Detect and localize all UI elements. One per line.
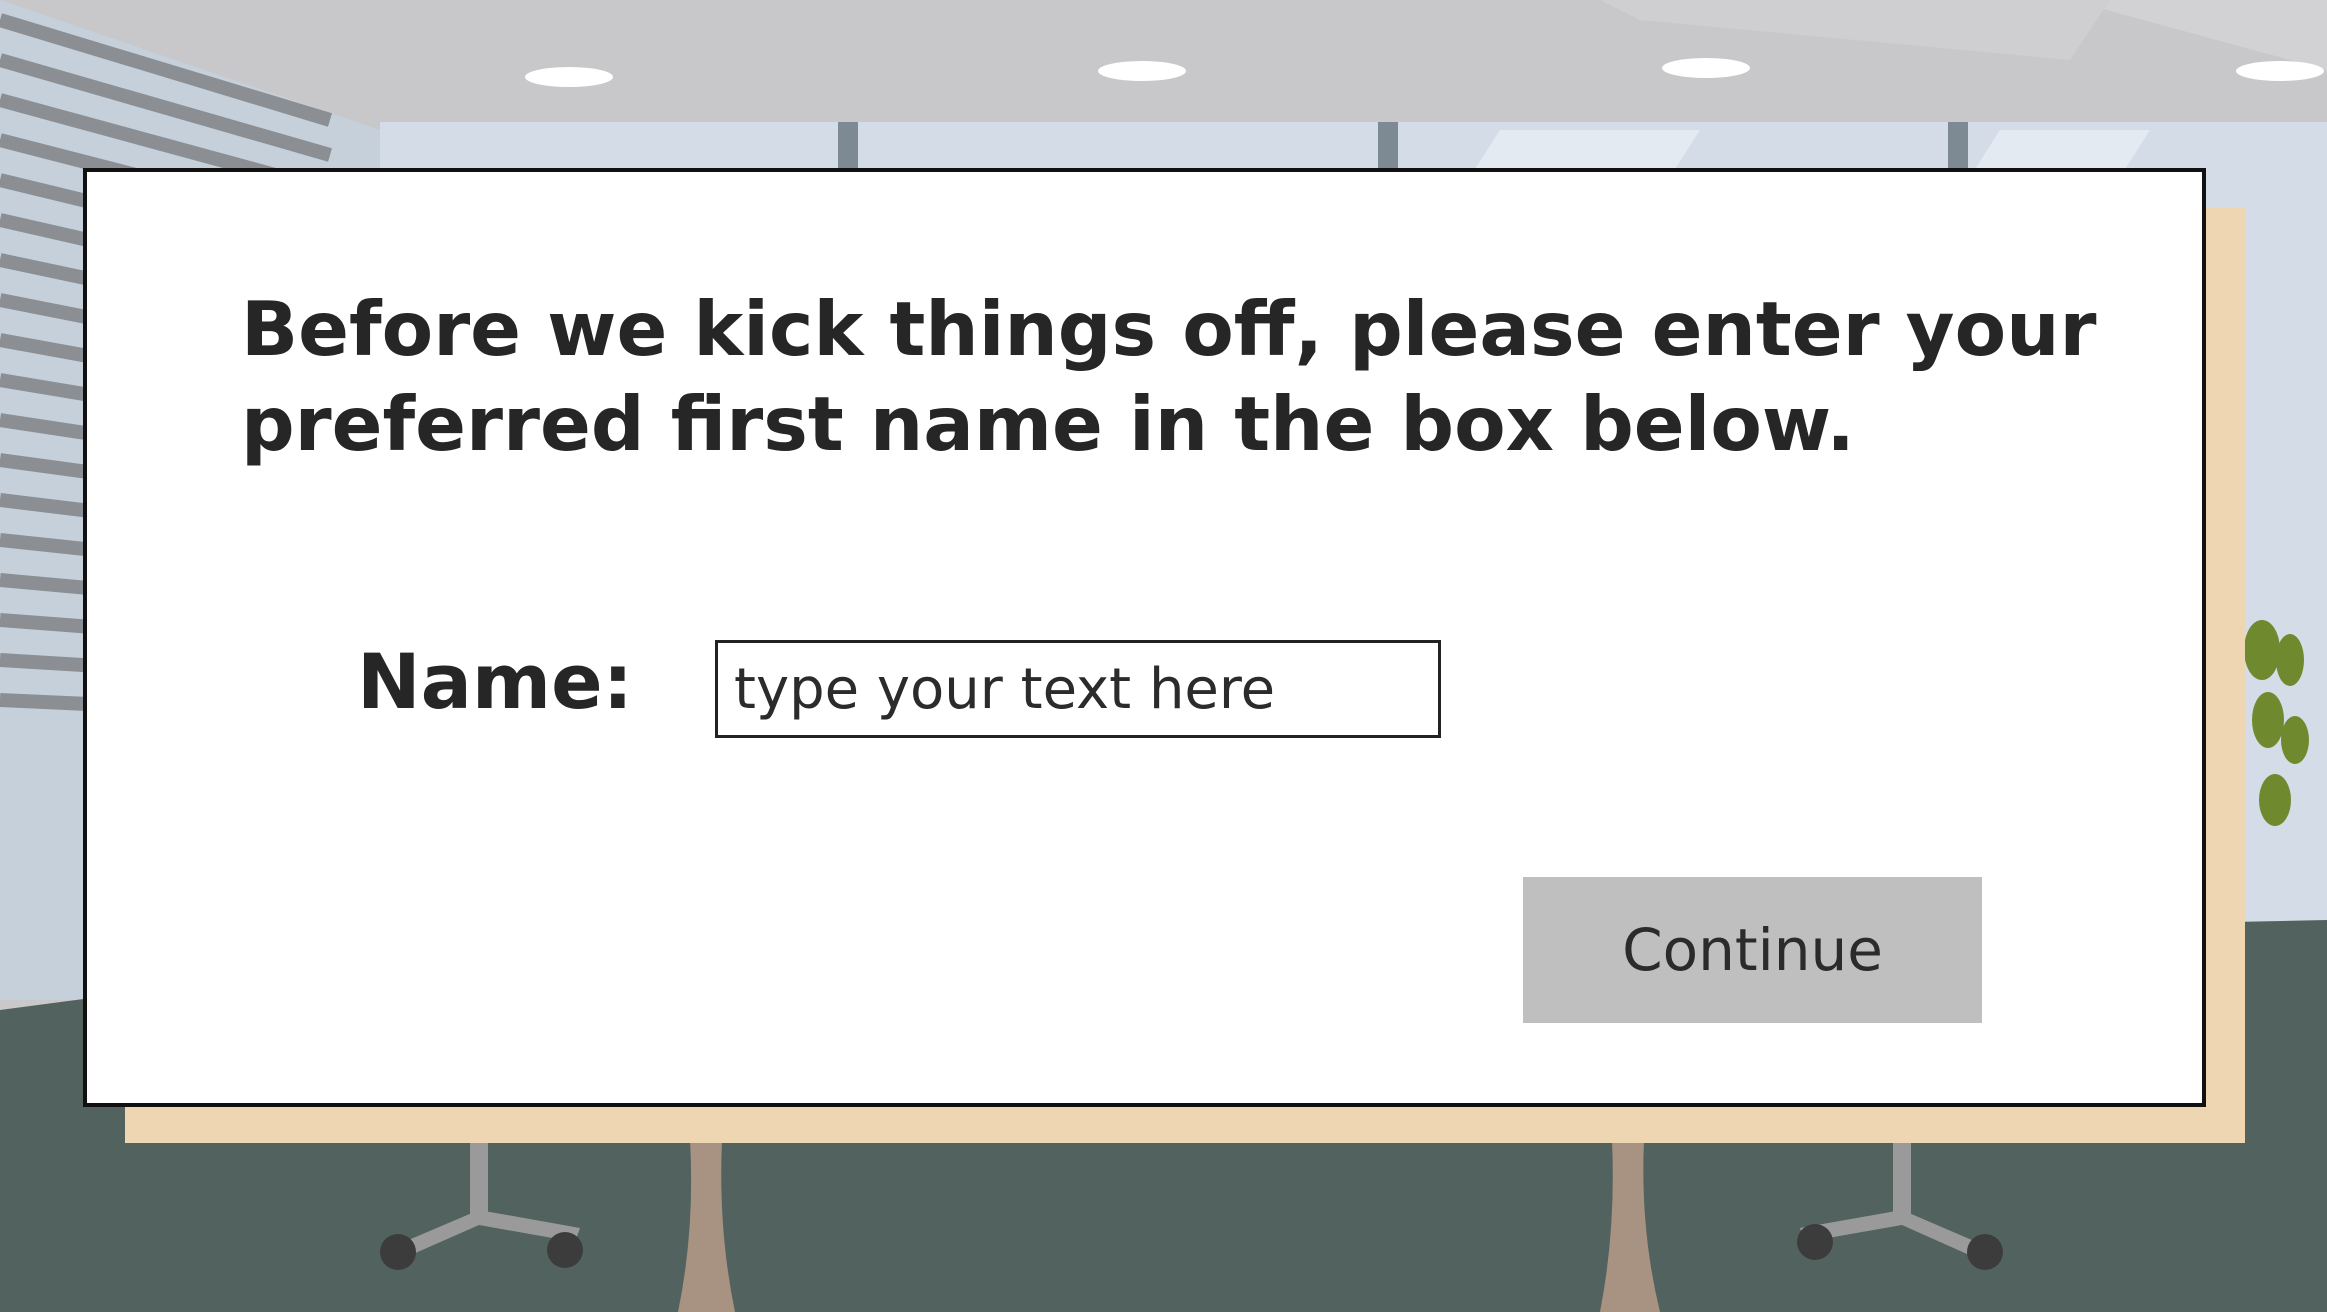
ceiling-light [2236, 61, 2324, 81]
name-entry-dialog: Before we kick things off, please enter … [83, 168, 2206, 1107]
name-input[interactable] [715, 640, 1441, 738]
ceiling-light [1662, 58, 1750, 78]
dialog-prompt: Before we kick things off, please enter … [241, 285, 2097, 468]
continue-button[interactable]: Continue [1523, 877, 1982, 1023]
name-label: Name: [357, 637, 634, 726]
ceiling-light [525, 67, 613, 87]
ceiling-light [1098, 61, 1186, 81]
